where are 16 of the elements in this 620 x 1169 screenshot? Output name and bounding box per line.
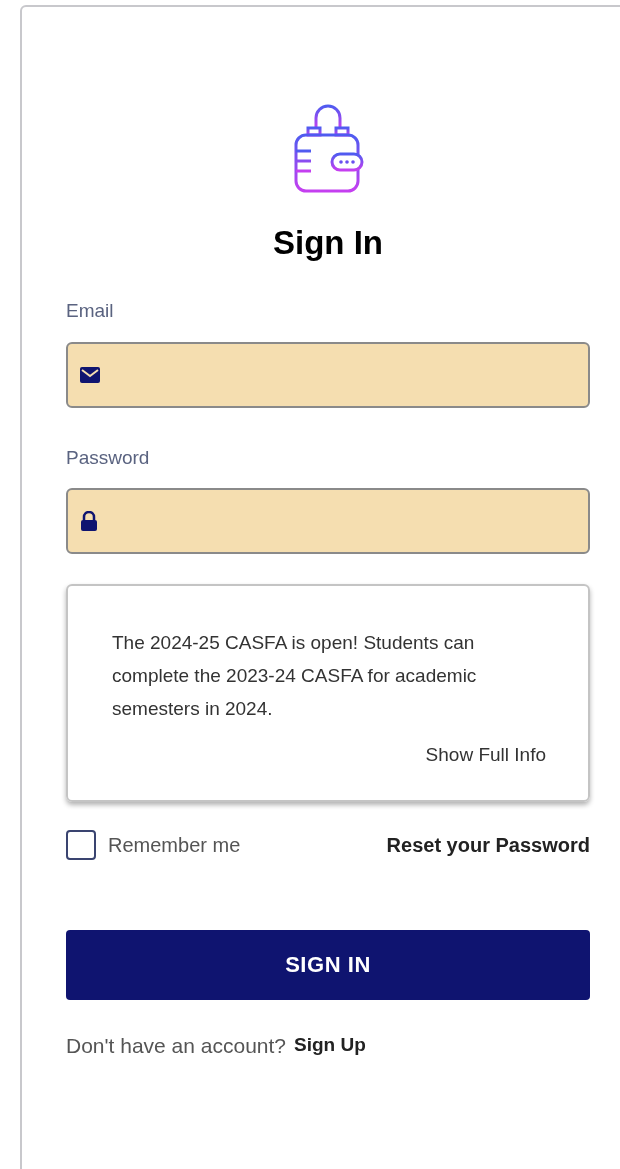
notice-text: The 2024-25 CASFA is open! Students can complete the 2023-24 CASFA for academic semesters in 2024. — [112, 631, 478, 722]
reset-password-link[interactable]: Reset your Password — [386, 829, 590, 860]
show-full-info-link[interactable]: Show Full Info — [425, 741, 546, 770]
page-title: Sign In — [273, 223, 383, 263]
sign-up-link[interactable]: Sign Up — [294, 1031, 366, 1060]
wallet-lock-icon — [292, 104, 364, 194]
remember-label: Remember me — [108, 832, 241, 858]
field-label: Email — [66, 299, 115, 324]
envelope-icon — [80, 366, 100, 383]
field-label: Password — [66, 445, 151, 470]
lock-icon — [80, 511, 98, 532]
remember-checkbox[interactable] — [66, 829, 96, 860]
sign-in-button[interactable]: SIGN IN — [66, 929, 590, 1000]
footer-text: Don't have an account? — [66, 1032, 286, 1059]
email-field[interactable] — [66, 341, 590, 408]
password-field[interactable] — [66, 488, 590, 555]
